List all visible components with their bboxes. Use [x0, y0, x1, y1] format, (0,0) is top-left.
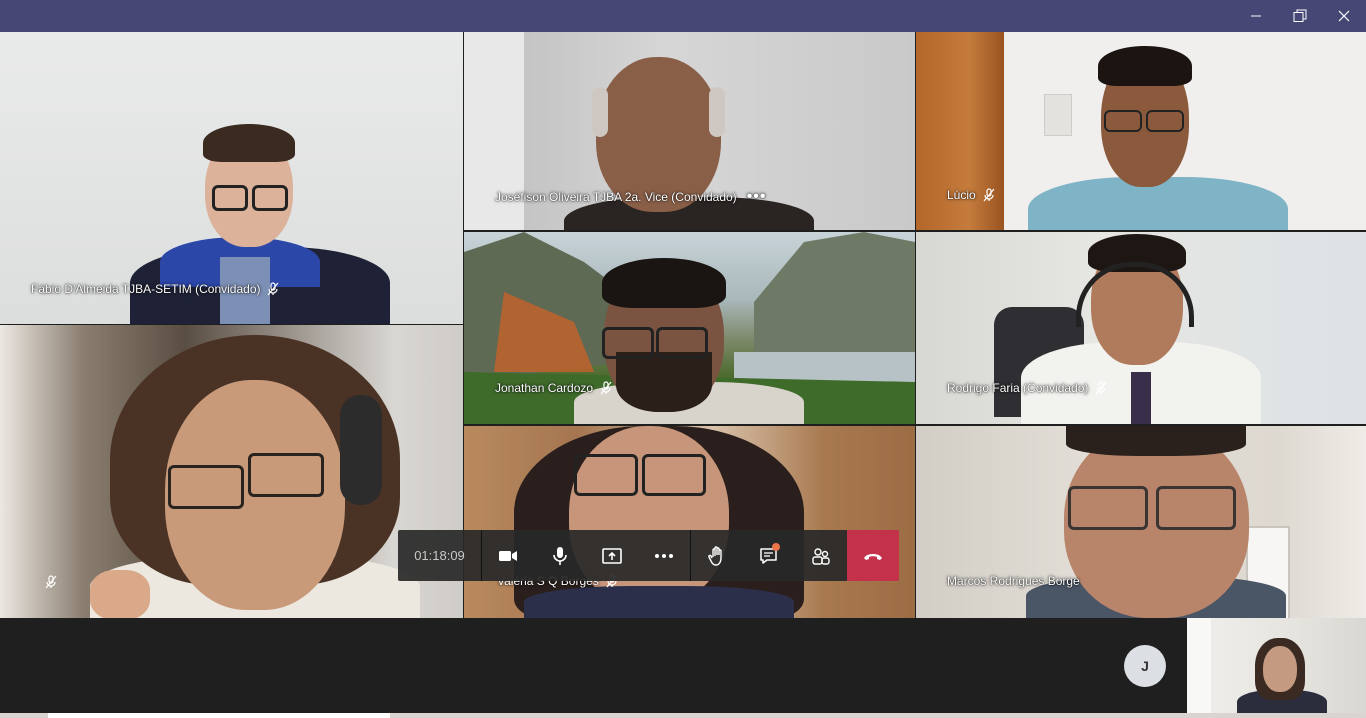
- person-hair: [592, 87, 608, 137]
- glasses: [1146, 110, 1184, 132]
- video-tile-marcos[interactable]: Marcos Rodrigues Borge: [916, 426, 1366, 618]
- participant-label: [38, 575, 58, 589]
- hang-up-button[interactable]: [847, 530, 899, 581]
- mic-muted-icon: [600, 381, 612, 395]
- participants-icon: [812, 547, 830, 565]
- hang-up-icon: [864, 553, 882, 560]
- more-actions-icon: [655, 553, 673, 558]
- video-tile-valeria[interactable]: Valéria S Q Borges: [464, 426, 915, 618]
- chat-notification-dot: [772, 543, 780, 551]
- light-switch: [1044, 94, 1072, 136]
- close-icon: [1338, 10, 1350, 22]
- glasses: [656, 327, 708, 359]
- more-actions-button[interactable]: [638, 530, 690, 581]
- participant-label: Jonathan Cardozo: [495, 381, 613, 395]
- close-button[interactable]: [1322, 0, 1366, 32]
- person-hair: [203, 124, 295, 162]
- person-body: [524, 586, 794, 618]
- person-hair: [602, 258, 726, 308]
- participant-name: Marcos Rodrigues Borge: [947, 574, 1080, 588]
- raise-hand-icon: [708, 545, 722, 566]
- participant-name: Fábio D'Almeida TJBA-SETIM (Convidado): [31, 282, 261, 296]
- video-tile-woman-headset[interactable]: [0, 325, 463, 618]
- glasses: [642, 454, 706, 496]
- person-hair: [709, 87, 725, 137]
- glasses: [602, 327, 654, 359]
- self-view-video[interactable]: [1187, 618, 1366, 713]
- raise-hand-button[interactable]: [691, 530, 743, 581]
- window-light: [1187, 618, 1211, 713]
- camera-button[interactable]: [482, 530, 534, 581]
- mic-muted-icon: [45, 575, 57, 589]
- avatar[interactable]: J: [1124, 645, 1166, 687]
- video-tile-lucio[interactable]: Lúcio: [916, 32, 1366, 230]
- mic-muted-icon: [1095, 381, 1107, 395]
- glasses: [574, 454, 638, 496]
- glasses: [248, 453, 324, 497]
- more-options-button[interactable]: •••: [747, 188, 767, 206]
- mic-muted-icon: [268, 282, 279, 296]
- mic-muted-icon: [983, 188, 995, 202]
- participant-name: Rodrigo Faria (Convidado): [947, 381, 1089, 395]
- microphone-icon: [553, 546, 567, 565]
- person-hair: [1066, 426, 1246, 456]
- video-tile-josefison[interactable]: Joséfison Oliveira TJBA 2a. Vice (Convid…: [464, 32, 915, 230]
- restore-icon: [1293, 9, 1307, 22]
- participant-name: Joséfison Oliveira TJBA 2a. Vice (Convid…: [495, 190, 737, 204]
- glasses: [212, 185, 248, 211]
- person-head: [1263, 646, 1297, 692]
- share-screen-button[interactable]: [586, 530, 638, 581]
- participant-label: Lúcio: [947, 188, 996, 202]
- participant-label: Fábio D'Almeida TJBA-SETIM (Convidado): [31, 282, 280, 296]
- video-tile-rodrigo[interactable]: Rodrigo Faria (Convidado): [916, 232, 1366, 424]
- participant-label: Rodrigo Faria (Convidado): [947, 381, 1108, 395]
- glasses: [1104, 110, 1142, 132]
- video-camera-icon: [499, 550, 517, 561]
- person-hair: [1098, 46, 1192, 86]
- video-tile-fabio[interactable]: Fábio D'Almeida TJBA-SETIM (Convidado): [0, 32, 463, 324]
- share-screen-icon: [602, 547, 622, 564]
- participants-button[interactable]: [795, 530, 847, 581]
- restore-button[interactable]: [1278, 0, 1322, 32]
- glasses: [252, 185, 288, 211]
- participant-name: Jonathan Cardozo: [495, 381, 594, 395]
- person-beard: [616, 352, 712, 412]
- headphones: [340, 395, 382, 505]
- video-tile-jonathan[interactable]: Jonathan Cardozo: [464, 232, 915, 424]
- chat-button[interactable]: [743, 530, 795, 581]
- call-controls-bar: 01:18:09: [398, 530, 899, 581]
- hand: [90, 570, 150, 618]
- necktie: [1131, 372, 1151, 424]
- glasses: [168, 465, 244, 509]
- taskbar-segment: [48, 713, 390, 718]
- participant-name: Lúcio: [947, 188, 976, 202]
- taskbar-strip: [0, 713, 1366, 718]
- glasses: [1068, 486, 1148, 530]
- participant-label: Joséfison Oliveira TJBA 2a. Vice (Convid…: [495, 188, 767, 206]
- microphone-button[interactable]: [534, 530, 586, 581]
- minimize-icon: [1251, 15, 1261, 17]
- minimize-button[interactable]: [1234, 0, 1278, 32]
- participant-label: Marcos Rodrigues Borge: [947, 574, 1080, 588]
- glasses: [1156, 486, 1236, 530]
- title-bar: [0, 0, 1366, 32]
- call-timer: 01:18:09: [398, 530, 482, 581]
